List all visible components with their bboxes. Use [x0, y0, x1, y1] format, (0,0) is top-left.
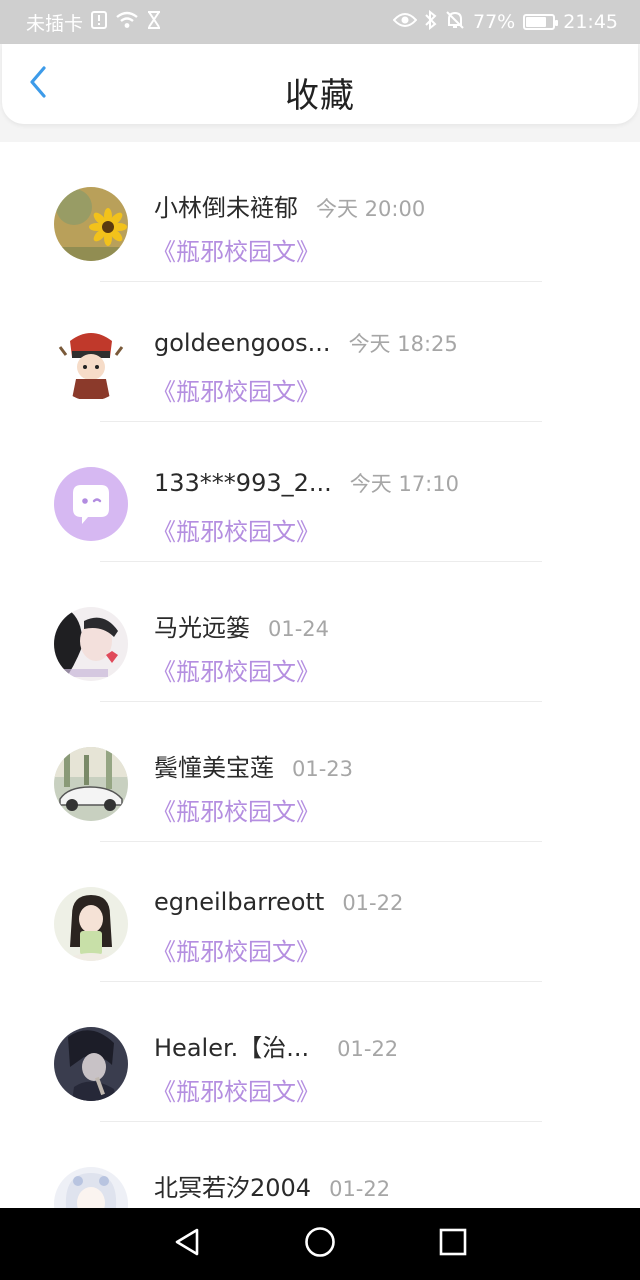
avatar — [54, 327, 128, 401]
name-row: 鬓憧美宝莲 01-23 — [154, 748, 353, 783]
name-row: goldeengoos... 今天 18:25 — [154, 328, 458, 358]
book-title[interactable]: 《瓶邪校园文》 — [152, 792, 320, 827]
book-title[interactable]: 《瓶邪校园文》 — [152, 372, 320, 407]
header-card: 收藏 — [2, 44, 638, 124]
system-nav-bar — [0, 1208, 640, 1280]
battery-icon — [523, 14, 559, 30]
list-item[interactable]: 鬓憧美宝莲 01-23 《瓶邪校园文》 — [0, 702, 640, 842]
avatar — [54, 607, 128, 681]
list-item[interactable]: 小林倒未裢郁 今天 20:00 《瓶邪校园文》 — [0, 142, 640, 282]
timestamp: 今天 18:25 — [348, 332, 458, 356]
user-name: 小林倒未裢郁 — [154, 194, 298, 222]
user-name: Healer.【治... — [154, 1034, 310, 1062]
hourglass-icon — [147, 10, 161, 34]
list-item[interactable]: 马光远篓 01-24 《瓶邪校园文》 — [0, 562, 640, 702]
list-item[interactable]: goldeengoos... 今天 18:25 《瓶邪校园文》 — [0, 282, 640, 422]
nav-back-button[interactable] — [167, 1224, 207, 1264]
sim-alert-icon — [91, 11, 108, 33]
circle-home-icon — [304, 1226, 336, 1262]
timestamp: 01-22 — [342, 891, 404, 915]
clock: 21:45 — [563, 11, 618, 33]
user-name: egneilbarreott — [154, 888, 325, 916]
square-recents-icon — [439, 1228, 467, 1260]
wifi-icon — [115, 11, 139, 34]
page-title: 收藏 — [285, 76, 355, 116]
timestamp: 今天 20:00 — [316, 197, 426, 221]
battery-percent: 77% — [473, 11, 516, 33]
book-title[interactable]: 《瓶邪校园文》 — [152, 932, 320, 967]
book-title[interactable]: 《瓶邪校园文》 — [152, 1072, 320, 1107]
name-row: 马光远篓 01-24 — [154, 608, 329, 643]
book-title[interactable]: 《瓶邪校园文》 — [152, 652, 320, 687]
user-name: 133***993_2... — [154, 469, 332, 497]
name-row: 北冥若汐2004 01-22 — [154, 1168, 390, 1203]
avatar — [54, 1167, 128, 1208]
list-item[interactable]: 北冥若汐2004 01-22 — [0, 1122, 640, 1208]
avatar — [54, 467, 128, 541]
status-bar: 未插卡 77% 21:45 — [0, 0, 640, 44]
status-left: 未插卡 — [26, 9, 161, 36]
triangle-back-icon — [173, 1227, 201, 1261]
bell-off-icon — [445, 10, 465, 35]
user-name: 马光远篓 — [154, 614, 250, 642]
nav-home-button[interactable] — [300, 1224, 340, 1264]
timestamp: 01-22 — [329, 1177, 391, 1201]
bluetooth-icon — [425, 9, 437, 35]
user-name: goldeengoos... — [154, 329, 331, 357]
book-title[interactable]: 《瓶邪校园文》 — [152, 512, 320, 547]
nav-recents-button[interactable] — [433, 1224, 473, 1264]
eye-icon — [392, 11, 418, 33]
name-row: egneilbarreott 01-22 — [154, 888, 403, 916]
battery-fill — [526, 17, 547, 27]
list-item[interactable]: 133***993_2... 今天 17:10 《瓶邪校园文》 — [0, 422, 640, 562]
timestamp: 01-22 — [337, 1037, 399, 1061]
carrier-label: 未插卡 — [26, 12, 84, 35]
avatar — [54, 1027, 128, 1101]
status-right: 77% 21:45 — [392, 9, 618, 35]
book-title[interactable]: 《瓶邪校园文》 — [152, 232, 320, 267]
user-name: 鬓憧美宝莲 — [154, 754, 274, 782]
header: 收藏 — [0, 44, 640, 142]
list-item[interactable]: egneilbarreott 01-22 《瓶邪校园文》 — [0, 842, 640, 982]
avatar — [54, 887, 128, 961]
avatar — [54, 187, 128, 261]
favorites-list: 小林倒未裢郁 今天 20:00 《瓶邪校园文》 goldeengoos... 今… — [0, 142, 640, 1208]
name-row: 小林倒未裢郁 今天 20:00 — [154, 188, 425, 223]
name-row: 133***993_2... 今天 17:10 — [154, 468, 459, 498]
user-name: 北冥若汐2004 — [154, 1174, 312, 1202]
avatar — [54, 747, 128, 821]
list-item[interactable]: Healer.【治... 01-22 《瓶邪校园文》 — [0, 982, 640, 1122]
name-row: Healer.【治... 01-22 — [154, 1028, 398, 1063]
timestamp: 01-23 — [292, 757, 354, 781]
timestamp: 01-24 — [268, 617, 330, 641]
timestamp: 今天 17:10 — [349, 472, 459, 496]
